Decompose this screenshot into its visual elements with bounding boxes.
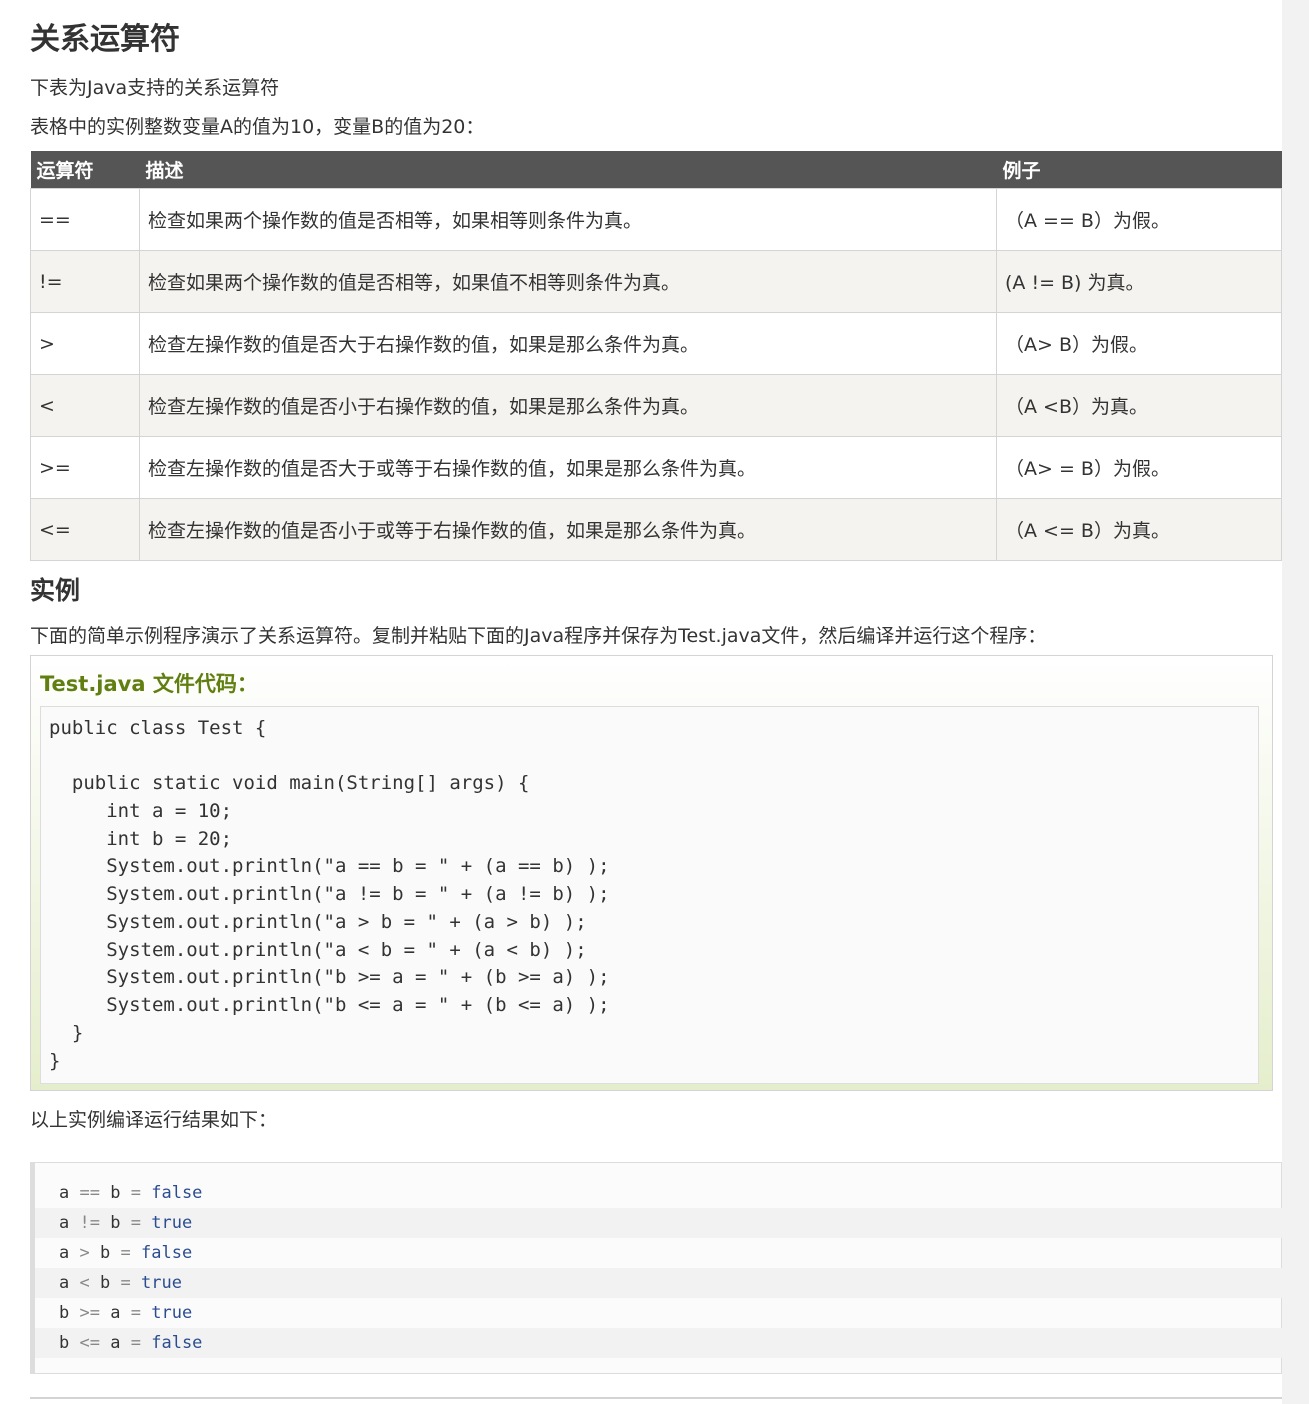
output-block[interactable]: a == b = false a != b = true a > b = fal… [30, 1162, 1282, 1374]
table-row: == 检查如果两个操作数的值是否相等，如果相等则条件为真。 （A == B）为假… [30, 188, 1282, 251]
example-cell: （A> = B）为假。 [996, 436, 1282, 499]
operator-cell: != [30, 250, 140, 313]
code-line: public static void main(String[] args) { [49, 772, 530, 794]
description-cell: 检查如果两个操作数的值是否相等，如果相等则条件为真。 [139, 188, 997, 251]
table-row: > 检查左操作数的值是否大于右操作数的值，如果是那么条件为真。 （A> B）为假… [30, 312, 1282, 375]
example-cell: （A <= B）为真。 [996, 498, 1282, 561]
code-line: System.out.println("b <= a = " + (b <= a… [49, 994, 610, 1016]
operator-cell: < [30, 374, 140, 437]
code-line: } [49, 1050, 61, 1072]
table-row: < 检查左操作数的值是否小于右操作数的值，如果是那么条件为真。 （A <B）为真… [30, 374, 1282, 437]
code-line: System.out.println("b >= a = " + (b >= a… [49, 966, 610, 988]
example-cell: （A == B）为假。 [996, 188, 1282, 251]
description-cell: 检查左操作数的值是否小于或等于右操作数的值，如果是那么条件为真。 [139, 498, 997, 561]
column-header-description: 描述 [139, 151, 997, 189]
column-header-operator: 运算符 [30, 151, 140, 189]
description-cell: 检查左操作数的值是否大于或等于右操作数的值，如果是那么条件为真。 [139, 436, 997, 499]
code-line: System.out.println("a < b = " + (a < b) … [49, 939, 587, 961]
column-header-example: 例子 [996, 151, 1282, 189]
example-cell: （A <B）为真。 [996, 374, 1282, 437]
code-line: System.out.println("a != b = " + (a != b… [49, 883, 610, 905]
example-heading: Test.java 文件代码： [40, 672, 258, 696]
page-title: 关系运算符 [30, 22, 180, 57]
code-block[interactable]: public class Test { public static void m… [40, 706, 1259, 1084]
output-line: a == b = false [59, 1183, 203, 1203]
description-cell: 检查如果两个操作数的值是否相等，如果值不相等则条件为真。 [139, 250, 997, 313]
output-line: a > b = false [59, 1243, 193, 1263]
code-line: public class Test { [49, 717, 267, 739]
table-header-row: 运算符 描述 例子 [30, 151, 1282, 189]
section-title: 实例 [30, 576, 81, 605]
example-box: Test.java 文件代码： public class Test { publ… [30, 655, 1273, 1091]
table-row: != 检查如果两个操作数的值是否相等，如果值不相等则条件为真。 (A != B)… [30, 250, 1282, 313]
description-cell: 检查左操作数的值是否小于右操作数的值，如果是那么条件为真。 [139, 374, 997, 437]
operator-cell: >= [30, 436, 140, 499]
section-description: 下面的简单示例程序演示了关系运算符。复制并粘贴下面的Java程序并保存为Test… [30, 625, 1047, 647]
code-line: System.out.println("a == b = " + (a == b… [49, 855, 610, 877]
code-line: System.out.println("a > b = " + (a > b) … [49, 911, 587, 933]
example-cell: (A != B) 为真。 [996, 250, 1282, 313]
code-line: int b = 20; [49, 828, 233, 850]
table-row: >= 检查左操作数的值是否大于或等于右操作数的值，如果是那么条件为真。 （A> … [30, 436, 1282, 499]
operator-cell: == [30, 188, 140, 251]
operator-cell: <= [30, 498, 140, 561]
code-line: int a = 10; [49, 800, 233, 822]
divider [30, 1397, 1282, 1399]
table-row: <= 检查左操作数的值是否小于或等于右操作数的值，如果是那么条件为真。 （A <… [30, 498, 1282, 561]
output-line: b <= a = false [35, 1328, 1282, 1358]
operator-cell: > [30, 312, 140, 375]
output-line: a != b = true [35, 1208, 1282, 1238]
code-line: } [49, 1022, 84, 1044]
output-line: b >= a = true [59, 1303, 193, 1323]
example-cell: （A> B）为假。 [996, 312, 1282, 375]
intro-text: 下表为Java支持的关系运算符 [30, 77, 280, 99]
description-cell: 检查左操作数的值是否大于右操作数的值，如果是那么条件为真。 [139, 312, 997, 375]
result-intro: 以上实例编译运行结果如下： [30, 1109, 278, 1131]
intro-variables-text: 表格中的实例整数变量A的值为10，变量B的值为20： [30, 116, 485, 138]
output-line: a < b = true [35, 1268, 1282, 1298]
operators-table: 运算符 描述 例子 == 检查如果两个操作数的值是否相等，如果相等则条件为真。 … [30, 151, 1282, 561]
right-scroll-gutter [1282, 0, 1309, 1404]
